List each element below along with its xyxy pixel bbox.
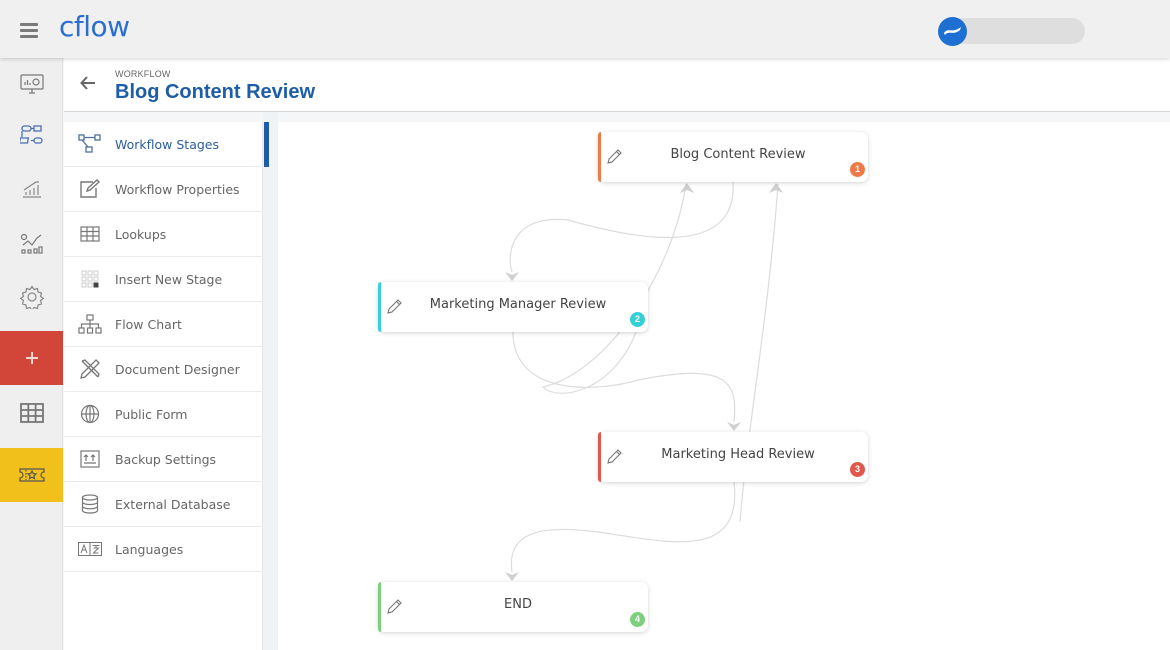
subnav-item-external-database[interactable]: External Database xyxy=(64,482,263,527)
subnav-label: Lookups xyxy=(115,226,167,242)
connector-1-to-2 xyxy=(509,181,734,273)
stage-color-bar xyxy=(598,132,601,182)
stage-color-bar xyxy=(378,582,381,632)
arrowhead-into-stage-2 xyxy=(505,272,519,281)
workflow-canvas[interactable]: Blog Content Review 1 Marketing Manager … xyxy=(278,122,1170,650)
stage-color-bar xyxy=(378,282,381,332)
subnav-label: Languages xyxy=(115,541,184,557)
stage-connectors xyxy=(505,181,783,581)
arrowhead-into-stage-1-b xyxy=(769,183,783,193)
arrowhead-into-stage-1-a xyxy=(680,183,694,193)
language-icon xyxy=(77,542,102,556)
subnav-item-insert-new-stage[interactable]: Insert New Stage xyxy=(64,257,263,302)
subnav-item-public-form[interactable]: Public Form xyxy=(64,392,263,437)
top-bar: cflow xyxy=(0,0,1170,58)
edit-square-icon xyxy=(79,179,100,198)
stage-title: Marketing Head Review xyxy=(661,447,815,462)
stage-node-blog-content-review[interactable]: Blog Content Review 1 xyxy=(598,132,868,182)
cflow-wave-avatar-icon[interactable] xyxy=(938,17,967,46)
rail-item-analytics[interactable] xyxy=(0,216,63,270)
pencil-edit-icon[interactable] xyxy=(385,598,403,616)
stage-number-badge: 4 xyxy=(630,612,645,627)
hierarchy-icon xyxy=(77,314,102,334)
analytics-chart-icon xyxy=(20,233,43,254)
subnav-item-backup-settings[interactable]: Backup Settings xyxy=(64,437,263,482)
stage-node-end[interactable]: END 4 xyxy=(378,582,648,632)
pencil-edit-icon[interactable] xyxy=(385,298,403,316)
bar-chart-growth-icon xyxy=(22,181,41,198)
grid-icon xyxy=(19,403,44,423)
globe-icon xyxy=(80,404,99,424)
rail-item-dashboard[interactable] xyxy=(0,58,63,112)
database-icon xyxy=(81,494,98,514)
user-menu[interactable] xyxy=(938,17,1085,46)
rail-item-reports[interactable] xyxy=(0,162,63,216)
subnav-label: Insert New Stage xyxy=(115,271,223,287)
upload-backup-icon xyxy=(79,450,100,468)
stage-number-badge: 2 xyxy=(630,312,645,327)
design-tools-icon xyxy=(79,359,100,379)
rail-item-ticket[interactable] xyxy=(0,448,63,502)
workflow-stages-icon xyxy=(77,134,101,153)
stage-node-marketing-head-review[interactable]: Marketing Head Review 3 xyxy=(598,432,868,482)
subnav-item-flow-chart[interactable]: Flow Chart xyxy=(64,302,263,347)
subnav-label: Workflow Properties xyxy=(115,181,240,197)
table-icon xyxy=(79,226,100,242)
subnav-label: Workflow Stages xyxy=(115,136,220,152)
page-header: WORKFLOW Blog Content Review xyxy=(64,58,1170,112)
plus-icon xyxy=(25,352,38,364)
subnav-item-languages[interactable]: Languages xyxy=(64,527,263,572)
rail-item-add[interactable] xyxy=(0,331,63,385)
insert-grid-icon xyxy=(81,270,98,288)
subnav-item-document-designer[interactable]: Document Designer xyxy=(64,347,263,392)
stage-node-marketing-manager-review[interactable]: Marketing Manager Review 2 xyxy=(378,282,648,332)
stage-number-badge: 1 xyxy=(850,162,865,177)
panel-gutter xyxy=(263,112,278,650)
monitor-dashboard-icon xyxy=(19,74,44,94)
subnav-item-lookups[interactable]: Lookups xyxy=(64,212,263,257)
stage-title: END xyxy=(504,597,532,612)
stage-title: Marketing Manager Review xyxy=(429,297,607,312)
subnav-label: Document Designer xyxy=(115,361,240,377)
ticket-star-icon xyxy=(18,468,45,482)
rail-item-workflows[interactable] xyxy=(0,108,63,162)
subnav-item-workflow-stages[interactable]: Workflow Stages xyxy=(64,122,269,167)
breadcrumb[interactable]: WORKFLOW xyxy=(115,69,171,79)
arrowhead-into-stage-4 xyxy=(505,572,519,581)
subnav-label: Public Form xyxy=(115,406,188,422)
rail-item-grid[interactable] xyxy=(0,386,63,440)
connector-2-to-3 xyxy=(512,331,736,423)
subnav-label: External Database xyxy=(115,496,231,512)
subnav-item-workflow-properties[interactable]: Workflow Properties xyxy=(64,167,263,212)
hamburger-icon[interactable] xyxy=(20,23,38,38)
icon-rail xyxy=(0,58,63,650)
app-logo[interactable]: cflow xyxy=(59,10,130,43)
user-name-pill[interactable] xyxy=(950,18,1085,44)
workflow-settings-nav: Workflow Stages Workflow Properties Look… xyxy=(64,122,269,650)
stage-color-bar xyxy=(598,432,601,482)
stage-number-badge: 3 xyxy=(850,462,865,477)
stage-title: Blog Content Review xyxy=(670,147,806,162)
gear-icon xyxy=(19,285,44,309)
arrow-left-icon[interactable] xyxy=(80,76,96,90)
connector-3-to-4 xyxy=(510,481,736,573)
arrowhead-into-stage-3 xyxy=(727,422,741,431)
page-title: Blog Content Review xyxy=(115,81,316,103)
rail-item-settings[interactable] xyxy=(0,270,63,324)
workflow-process-icon xyxy=(19,125,43,144)
subnav-label: Backup Settings xyxy=(115,451,217,467)
pencil-edit-icon[interactable] xyxy=(605,148,623,166)
pencil-edit-icon[interactable] xyxy=(605,448,623,466)
subnav-label: Flow Chart xyxy=(115,316,182,332)
